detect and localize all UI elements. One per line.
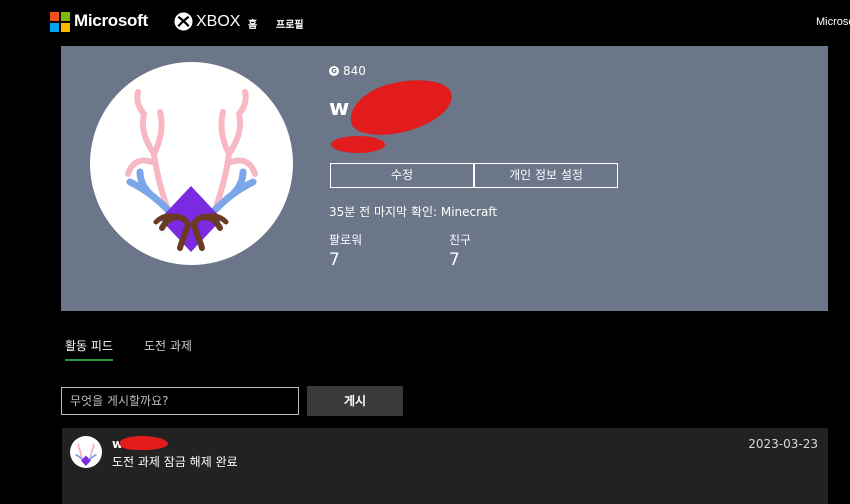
antler-gamerpic-icon xyxy=(75,443,97,466)
tab-achievements[interactable]: 도전 과제 xyxy=(144,337,192,354)
gamertag: w xyxy=(329,96,350,121)
microsoft-brand-link[interactable]: Microsoft xyxy=(74,11,148,31)
microsoft-logo-icon[interactable] xyxy=(50,12,70,32)
gamerscore: G 840 xyxy=(329,64,366,78)
followers-count[interactable]: 7 xyxy=(329,250,340,270)
redaction-mark xyxy=(120,436,168,450)
xbox-logo-icon[interactable] xyxy=(174,12,193,31)
tab-activity-feed[interactable]: 활동 피드 xyxy=(65,337,113,361)
profile-panel: G 840 w 수정 개인 정보 설정 35분 전 마지막 확인: Minecr… xyxy=(61,46,828,311)
profile-avatar xyxy=(90,62,293,265)
feed-text: 도전 과제 잠금 해제 완료 xyxy=(112,455,238,469)
redaction-mark xyxy=(331,136,385,153)
followers-label[interactable]: 팔로워 xyxy=(329,231,362,248)
gamerscore-value: 840 xyxy=(343,64,366,78)
last-seen-status: 35분 전 마지막 확인: Minecraft xyxy=(329,205,498,219)
feed-date: 2023-03-23 xyxy=(748,437,818,451)
nav-home-link[interactable]: 홈 xyxy=(248,16,257,31)
friends-count[interactable]: 7 xyxy=(449,250,460,270)
privacy-settings-button[interactable]: 개인 정보 설정 xyxy=(474,163,618,188)
feed-item[interactable]: w 도전 과제 잠금 해제 완료 2023-03-23 xyxy=(62,428,828,504)
xbox-brand-link[interactable]: XBOX xyxy=(196,13,240,31)
friends-label[interactable]: 친구 xyxy=(449,231,471,248)
nav-profile-link[interactable]: 프로필 xyxy=(276,16,304,31)
post-input[interactable] xyxy=(61,387,299,415)
edit-profile-button[interactable]: 수정 xyxy=(330,163,474,188)
feed-avatar[interactable] xyxy=(70,436,102,468)
microsoft-account-link[interactable]: Microsoft xyxy=(816,16,850,28)
redaction-mark xyxy=(344,71,458,143)
top-bar: Microsoft XBOX 홈 프로필 Microsoft xyxy=(0,0,850,44)
gamerscore-icon: G xyxy=(329,66,339,76)
post-button[interactable]: 게시 xyxy=(307,386,403,416)
antler-gamerpic-icon xyxy=(125,89,258,252)
